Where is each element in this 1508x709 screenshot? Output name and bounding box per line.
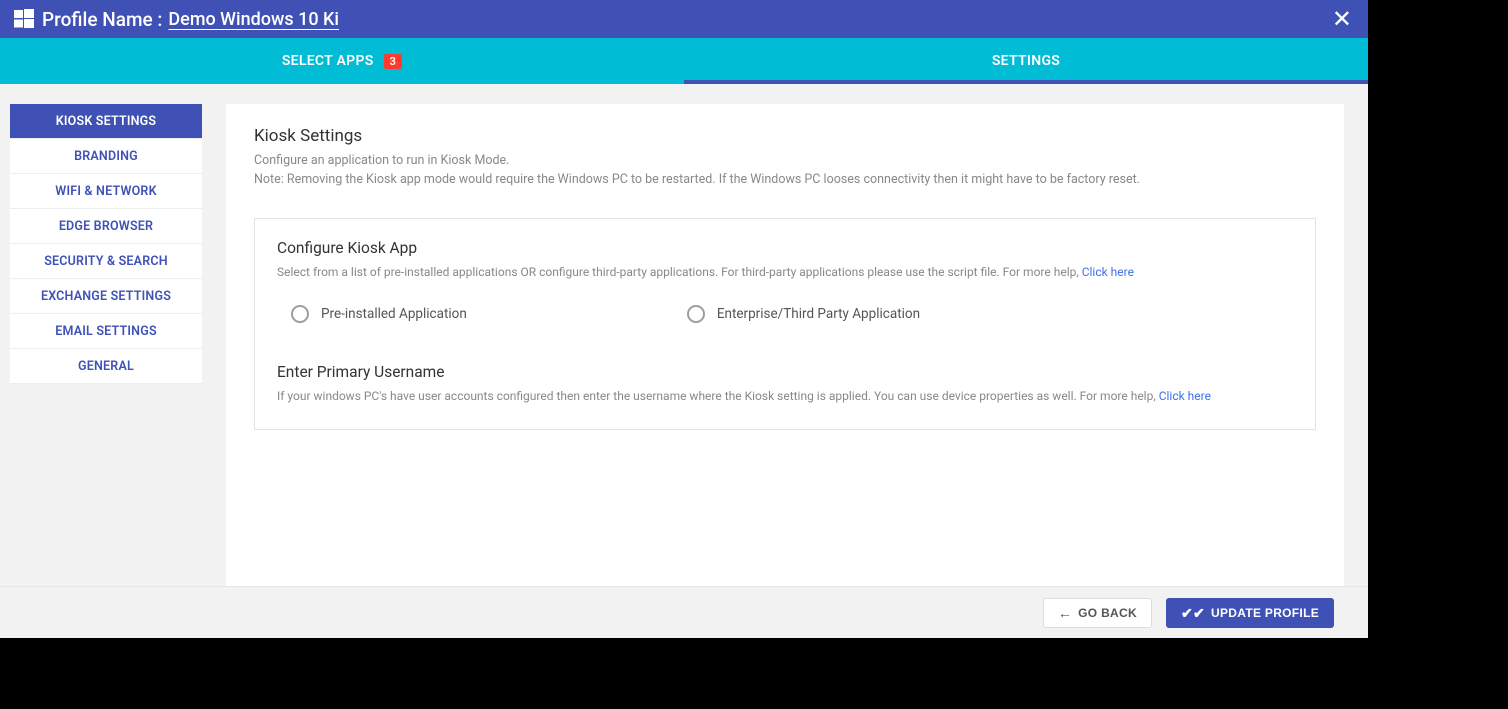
page-desc: Configure an application to run in Kiosk…: [254, 152, 1316, 171]
body: KIOSK SETTINGS BRANDING WIFI & NETWORK E…: [0, 84, 1368, 586]
page-note: Note: Removing the Kiosk app mode would …: [254, 171, 1316, 190]
tab-select-apps[interactable]: SELECT APPS 3: [0, 38, 684, 84]
username-title: Enter Primary Username: [277, 363, 1293, 381]
windows-icon: [14, 9, 34, 29]
profile-name-value[interactable]: Demo Windows 10 Ki: [168, 9, 339, 30]
sidebar-item-email-settings[interactable]: EMAIL SETTINGS: [10, 314, 202, 349]
sidebar-item-edge-browser[interactable]: EDGE BROWSER: [10, 209, 202, 244]
profile-name-label: Profile Name :: [42, 8, 162, 31]
footer-bar: ← GO BACK ✔✔ UPDATE PROFILE: [0, 586, 1368, 638]
sidebar-item-security-search[interactable]: SECURITY & SEARCH: [10, 244, 202, 279]
app-frame: Profile Name : Demo Windows 10 Ki ✕ SELE…: [0, 0, 1368, 638]
sidebar-item-general[interactable]: GENERAL: [10, 349, 202, 384]
configure-title: Configure Kiosk App: [277, 239, 1293, 257]
radio-preinstalled[interactable]: Pre-installed Application: [291, 305, 467, 323]
arrow-left-icon: ←: [1058, 606, 1072, 620]
update-profile-button[interactable]: ✔✔ UPDATE PROFILE: [1166, 598, 1334, 628]
tab-label: SETTINGS: [992, 53, 1060, 69]
radio-icon: [687, 305, 705, 323]
username-desc: If your windows PC's have user accounts …: [277, 387, 1293, 405]
sidebar-item-exchange-settings[interactable]: EXCHANGE SETTINGS: [10, 279, 202, 314]
radio-enterprise[interactable]: Enterprise/Third Party Application: [687, 305, 920, 323]
tab-label: SELECT APPS: [282, 53, 374, 69]
settings-sidebar: KIOSK SETTINGS BRANDING WIFI & NETWORK E…: [10, 104, 202, 586]
apps-count-badge: 3: [384, 54, 403, 69]
main-panel: Kiosk Settings Configure an application …: [226, 104, 1344, 586]
close-icon[interactable]: ✕: [1332, 7, 1352, 31]
configure-kiosk-panel: Configure Kiosk App Select from a list o…: [254, 218, 1316, 430]
radio-icon: [291, 305, 309, 323]
configure-desc: Select from a list of pre-installed appl…: [277, 263, 1293, 281]
page-title: Kiosk Settings: [254, 126, 1316, 146]
sidebar-item-wifi-network[interactable]: WIFI & NETWORK: [10, 174, 202, 209]
header-bar: Profile Name : Demo Windows 10 Ki ✕: [0, 0, 1368, 38]
configure-help-link[interactable]: Click here: [1082, 265, 1134, 279]
check-all-icon: ✔✔: [1181, 606, 1205, 620]
tab-bar: SELECT APPS 3 SETTINGS: [0, 38, 1368, 84]
tab-settings[interactable]: SETTINGS: [684, 38, 1368, 84]
sidebar-item-kiosk-settings[interactable]: KIOSK SETTINGS: [10, 104, 202, 139]
primary-username-section: Enter Primary Username If your windows P…: [277, 363, 1293, 405]
go-back-button[interactable]: ← GO BACK: [1043, 598, 1152, 628]
kiosk-app-type-radios: Pre-installed Application Enterprise/Thi…: [291, 305, 1293, 323]
sidebar-item-branding[interactable]: BRANDING: [10, 139, 202, 174]
username-help-link[interactable]: Click here: [1159, 389, 1211, 403]
